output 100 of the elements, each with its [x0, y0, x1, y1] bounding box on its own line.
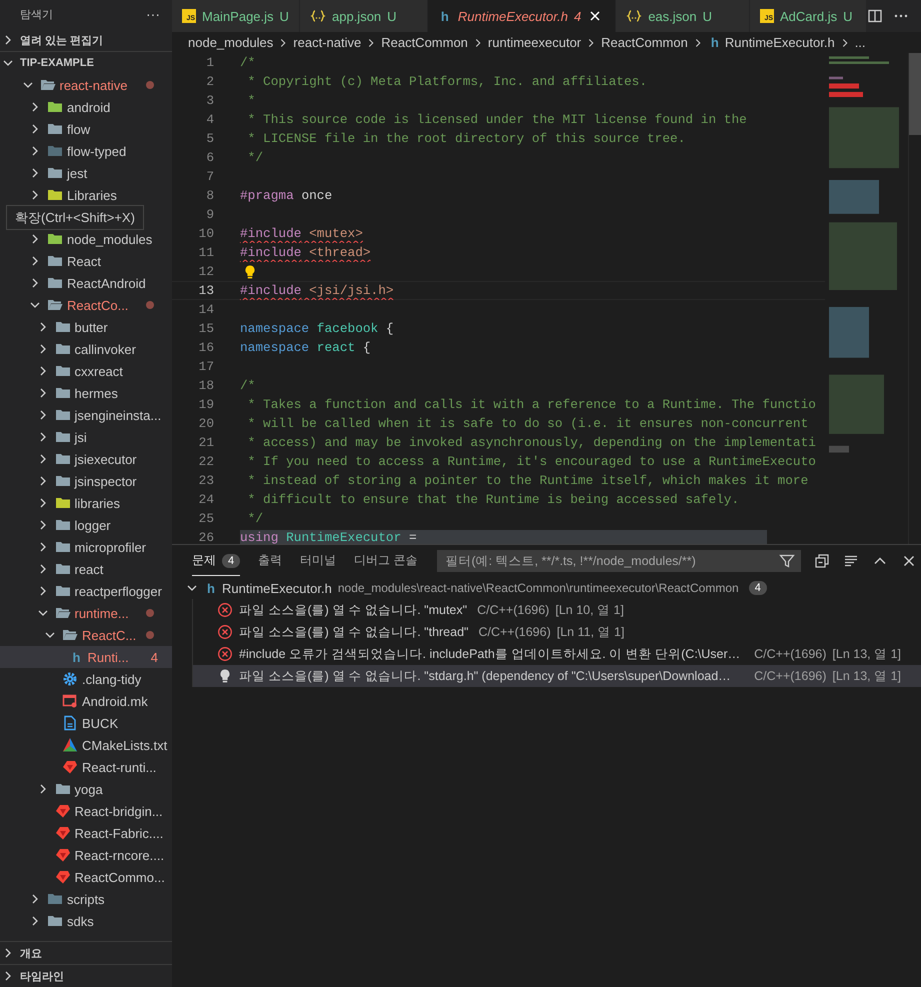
filter-icon[interactable]: [779, 553, 796, 569]
breadcrumb-item[interactable]: ...: [854, 35, 866, 50]
breadcrumb-item[interactable]: runtimeexecutor: [488, 35, 582, 50]
tree-item-label: jsengineinsta...: [74, 408, 162, 422]
line-number: 16: [198, 340, 214, 355]
line-number: 13: [198, 283, 214, 298]
tree-item[interactable]: flow: [0, 118, 172, 140]
gem-icon: [62, 759, 78, 775]
tree-item[interactable]: jsengineinsta...: [0, 404, 172, 426]
tree-item-label: jsiexecutor: [74, 452, 137, 466]
status-dot: [146, 301, 154, 309]
status-dot: [146, 81, 154, 89]
tree-item[interactable]: jsiexecutor: [0, 448, 172, 470]
tree-item[interactable]: CMakeLists.txt: [0, 734, 172, 756]
tree-item[interactable]: h Runti... 4: [0, 646, 172, 668]
tree-item[interactable]: logger: [0, 514, 172, 536]
tree-item[interactable]: Libraries: [0, 184, 172, 206]
editor-tab[interactable]: eas.json U: [616, 0, 750, 32]
tree-item[interactable]: microprofiler: [0, 536, 172, 558]
split-editor-icon[interactable]: [867, 8, 883, 24]
tab-status: U: [843, 8, 852, 24]
scrollbar-thumb[interactable]: [909, 53, 921, 135]
problem-location: [Ln 13, 열 1]: [832, 646, 901, 662]
gem-icon: [54, 825, 70, 841]
code-line: *: [246, 93, 256, 108]
problem-row[interactable]: 파일 소스을(를) 열 수 없습니다. "thread" C/C++(1696) [Ln 11, 열 1]: [192, 621, 921, 643]
tree-item[interactable]: React-Fabric....: [0, 822, 172, 844]
list-icon[interactable]: [843, 553, 860, 569]
collapse-all-icon[interactable]: [814, 553, 830, 569]
problem-location: [Ln 13, 열 1]: [832, 668, 901, 684]
breadcrumb-item[interactable]: ReactCommon: [381, 35, 468, 50]
tree-item[interactable]: node_modules: [0, 228, 172, 250]
tree-item[interactable]: ReactC...: [0, 624, 172, 646]
code-line: #pragma once: [240, 188, 332, 203]
tree-item[interactable]: ReactCo...: [0, 294, 172, 316]
section-header[interactable]: 열려 있는 편집기: [0, 29, 172, 51]
tree-item[interactable]: jsi: [0, 426, 172, 448]
tree-item-label: jsi: [74, 430, 87, 444]
problem-row[interactable]: 파일 소스을(를) 열 수 없습니다. "mutex" C/C++(1696) [Ln 10, 열 1]: [192, 599, 921, 621]
tree-item[interactable]: react: [0, 558, 172, 580]
tree-item[interactable]: reactperflogger: [0, 580, 172, 602]
line-number: 14: [198, 302, 214, 317]
problem-file-row[interactable]: h RuntimeExecutor.h node_modules\react-native\ReactCommon\runtimeexecutor\ReactCommon 4: [172, 577, 921, 599]
tree-item-label: reactperflogger: [74, 584, 162, 598]
panel-tab[interactable]: 문제 4: [192, 546, 240, 576]
tree-item-label: yoga: [74, 782, 103, 796]
tree-item[interactable]: scripts: [0, 888, 172, 910]
tree-item[interactable]: react-native: [0, 74, 172, 96]
panel-tab[interactable]: 디버그 콘솔: [354, 546, 418, 576]
editor-tab[interactable]: app.json U: [300, 0, 428, 32]
filter-field[interactable]: 필터(예: 텍스트, **/*.ts, !**/node_modules/**): [437, 550, 802, 572]
tree-item[interactable]: sdks: [0, 910, 172, 932]
tree-item-label: logger: [74, 518, 111, 532]
tree-item[interactable]: .clang-tidy: [0, 668, 172, 690]
gem-icon: [54, 803, 70, 819]
tree-item[interactable]: React-rncore....: [0, 844, 172, 866]
breadcrumb-item[interactable]: ReactCommon: [601, 35, 688, 50]
tree-item[interactable]: runtime...: [0, 602, 172, 624]
line-number: 10: [198, 226, 214, 241]
code-line: * If you need to access a Runtime, it's encouraged to use a RuntimeExecuto: [246, 454, 816, 469]
tree-item[interactable]: ReactCommo...: [0, 866, 172, 888]
tree-item-label: React-bridgin...: [74, 804, 163, 818]
tree-item[interactable]: cxxreact: [0, 360, 172, 382]
tree-item[interactable]: React: [0, 250, 172, 272]
tree-item-label: react: [74, 562, 104, 576]
tree-item-label: react-native: [60, 78, 128, 92]
tree-item-label: callinvoker: [74, 342, 136, 356]
tree-item[interactable]: Android.mk: [0, 690, 172, 712]
line-number: 26: [198, 530, 214, 544]
tree-item[interactable]: butter: [0, 316, 172, 338]
tree-item[interactable]: hermes: [0, 382, 172, 404]
code-line: * difficult to ensure that the Runtime is being accessed safely.: [246, 492, 740, 507]
gear-icon: [62, 671, 78, 687]
more-actions-button[interactable]: ···: [142, 6, 164, 22]
tree-item[interactable]: BUCK: [0, 712, 172, 734]
line-number: 15: [198, 321, 214, 336]
panel-tab[interactable]: 출력: [258, 546, 282, 576]
gem-icon: [54, 869, 70, 885]
tree-item-label: flow-typed: [67, 144, 126, 158]
tree-item[interactable]: android: [0, 96, 172, 118]
breadcrumb-item[interactable]: react-native: [293, 35, 362, 50]
breadcrumb-item[interactable]: node_modules: [188, 35, 274, 50]
problem-location: [Ln 10, 열 1]: [555, 602, 624, 618]
editor-tab[interactable]: h RuntimeExecutor.h 4: [428, 0, 616, 32]
tree-item[interactable]: callinvoker: [0, 338, 172, 360]
tree-item[interactable]: React-runti...: [0, 756, 172, 778]
tree-item[interactable]: jsinspector: [0, 470, 172, 492]
tree-item-label: microprofiler: [74, 540, 146, 554]
panel-tab[interactable]: 터미널: [300, 546, 336, 576]
code-line: #include <mutex>: [240, 226, 363, 241]
tree-item-label: CMakeLists.txt: [82, 738, 168, 752]
tree-item[interactable]: libraries: [0, 492, 172, 514]
breadcrumb-item[interactable]: RuntimeExecutor.h: [724, 35, 835, 50]
tree-item[interactable]: React-bridgin...: [0, 800, 172, 822]
tree-item[interactable]: flow-typed: [0, 140, 172, 162]
file-path: node_modules\react-native\ReactCommon\runtimeexecutor\ReactCommon: [338, 581, 739, 595]
tree-item[interactable]: ReactAndroid: [0, 272, 172, 294]
tree-item[interactable]: jest: [0, 162, 172, 184]
tree-item[interactable]: yoga: [0, 778, 172, 800]
problem-row[interactable]: 파일 소스을(를) 열 수 없습니다. "stdarg.h" (dependency of "C:\Users\super\Download… C/C++(1696) [Ln 13, 열 1]: [192, 665, 921, 687]
